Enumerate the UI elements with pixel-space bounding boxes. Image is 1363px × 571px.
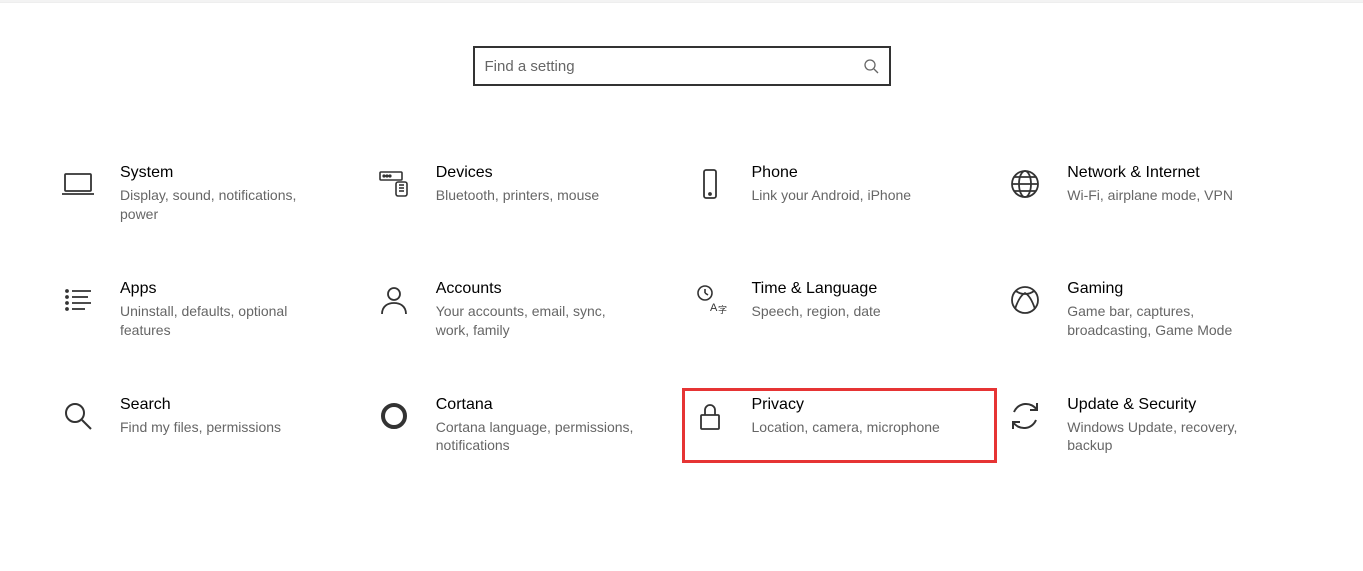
search-icon bbox=[863, 58, 879, 74]
search-input[interactable] bbox=[485, 58, 863, 75]
tile-body: Accounts Your accounts, email, sync, work… bbox=[436, 280, 636, 340]
tile-title: Accounts bbox=[436, 280, 636, 298]
globe-icon bbox=[1005, 164, 1045, 204]
tile-desc: Your accounts, email, sync, work, family bbox=[436, 302, 636, 340]
tile-network[interactable]: Network & Internet Wi-Fi, airplane mode, … bbox=[997, 156, 1313, 232]
tile-desc: Link your Android, iPhone bbox=[752, 186, 912, 205]
tile-devices[interactable]: Devices Bluetooth, printers, mouse bbox=[366, 156, 682, 232]
tile-desc: Wi-Fi, airplane mode, VPN bbox=[1067, 186, 1233, 205]
tile-privacy[interactable]: Privacy Location, camera, microphone bbox=[682, 388, 998, 464]
tile-accounts[interactable]: Accounts Your accounts, email, sync, work… bbox=[366, 272, 682, 348]
tile-phone[interactable]: Phone Link your Android, iPhone bbox=[682, 156, 998, 232]
tile-body: System Display, sound, notifications, pow… bbox=[120, 164, 320, 224]
tile-body: Search Find my files, permissions bbox=[120, 396, 281, 437]
tile-body: Cortana Cortana language, permissions, no… bbox=[436, 396, 636, 456]
tile-body: Time & Language Speech, region, date bbox=[752, 280, 881, 321]
tile-desc: Cortana language, permissions, notificat… bbox=[436, 418, 636, 456]
tile-desc: Display, sound, notifications, power bbox=[120, 186, 320, 224]
svg-text:A: A bbox=[710, 302, 718, 314]
window-top-border bbox=[0, 0, 1363, 3]
tile-gaming[interactable]: Gaming Game bar, captures, broadcasting, … bbox=[997, 272, 1313, 348]
tile-search[interactable]: Search Find my files, permissions bbox=[50, 388, 366, 464]
tile-title: Time & Language bbox=[752, 280, 881, 298]
apps-icon bbox=[58, 280, 98, 320]
tile-body: Update & Security Windows Update, recover… bbox=[1067, 396, 1267, 456]
tile-title: Network & Internet bbox=[1067, 164, 1233, 182]
tile-desc: Speech, region, date bbox=[752, 302, 881, 321]
xbox-icon bbox=[1005, 280, 1045, 320]
tile-body: Privacy Location, camera, microphone bbox=[752, 396, 940, 437]
person-icon bbox=[374, 280, 414, 320]
svg-text:字: 字 bbox=[718, 304, 727, 315]
tile-desc: Uninstall, defaults, optional features bbox=[120, 302, 320, 340]
tile-title: Cortana bbox=[436, 396, 636, 414]
tile-title: Privacy bbox=[752, 396, 940, 414]
devices-icon bbox=[374, 164, 414, 204]
phone-icon bbox=[690, 164, 730, 204]
tile-body: Network & Internet Wi-Fi, airplane mode, … bbox=[1067, 164, 1233, 205]
tile-title: Apps bbox=[120, 280, 320, 298]
tile-update[interactable]: Update & Security Windows Update, recover… bbox=[997, 388, 1313, 464]
tile-body: Apps Uninstall, defaults, optional featur… bbox=[120, 280, 320, 340]
cortana-icon bbox=[374, 396, 414, 436]
time-lang-icon: A字 bbox=[690, 280, 730, 320]
settings-grid: System Display, sound, notifications, pow… bbox=[50, 156, 1313, 463]
tile-cortana[interactable]: Cortana Cortana language, permissions, no… bbox=[366, 388, 682, 464]
tile-desc: Game bar, captures, broadcasting, Game M… bbox=[1067, 302, 1267, 340]
search-icon bbox=[58, 396, 98, 436]
tile-desc: Windows Update, recovery, backup bbox=[1067, 418, 1267, 456]
tile-desc: Location, camera, microphone bbox=[752, 418, 940, 437]
tile-body: Phone Link your Android, iPhone bbox=[752, 164, 912, 205]
tile-desc: Find my files, permissions bbox=[120, 418, 281, 437]
tile-title: Gaming bbox=[1067, 280, 1267, 298]
tile-body: Devices Bluetooth, printers, mouse bbox=[436, 164, 599, 205]
tile-time[interactable]: A字 Time & Language Speech, region, date bbox=[682, 272, 998, 348]
laptop-icon bbox=[58, 164, 98, 204]
search-container bbox=[0, 46, 1363, 86]
tile-title: Devices bbox=[436, 164, 599, 182]
tile-desc: Bluetooth, printers, mouse bbox=[436, 186, 599, 205]
tile-title: Phone bbox=[752, 164, 912, 182]
tile-title: System bbox=[120, 164, 320, 182]
lock-icon bbox=[690, 396, 730, 436]
sync-icon bbox=[1005, 396, 1045, 436]
tile-apps[interactable]: Apps Uninstall, defaults, optional featur… bbox=[50, 272, 366, 348]
tile-title: Update & Security bbox=[1067, 396, 1267, 414]
tile-title: Search bbox=[120, 396, 281, 414]
tile-system[interactable]: System Display, sound, notifications, pow… bbox=[50, 156, 366, 232]
search-box[interactable] bbox=[473, 46, 891, 86]
tile-body: Gaming Game bar, captures, broadcasting, … bbox=[1067, 280, 1267, 340]
